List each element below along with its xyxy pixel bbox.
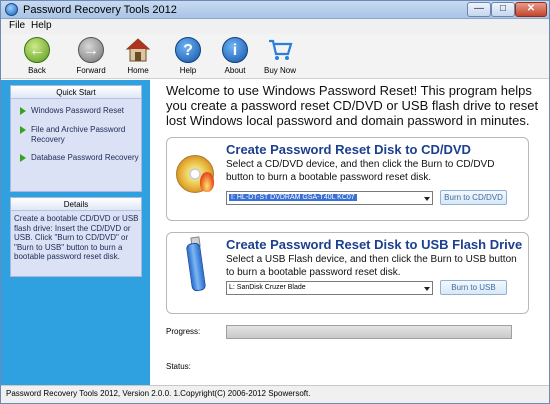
back-arrow-icon: ← [24,37,50,63]
quick-start-title: Quick Start [11,86,141,99]
progress-bar [226,325,512,339]
window-title: Password Recovery Tools 2012 [23,4,177,16]
status-bar: Password Recovery Tools 2012, Version 2.… [1,385,549,403]
back-button[interactable]: ← Back [15,36,59,78]
sidebar: Quick Start Windows Password Reset File … [1,80,150,385]
burn-flame-icon [200,172,214,192]
cd-device-value: I: HL-DT-ST DVDRAM GSA-T40L KC07 [229,194,357,201]
toolbar: ← Back → Forward Home ? Help i About Buy… [1,34,549,79]
cd-card-title: Create Password Reset Disk to CD/DVD [226,142,471,157]
usb-card-description: Select a USB Flash device, and then clic… [226,254,517,278]
main-panel: Welcome to use Windows Password Reset! T… [150,80,549,385]
cd-device-select[interactable]: I: HL-DT-ST DVDRAM GSA-T40L KC07 [226,191,433,205]
minimize-button[interactable]: — [467,2,491,17]
help-question-icon: ? [175,37,201,63]
home-label: Home [127,66,149,75]
usb-device-select[interactable]: L: SanDisk Cruzer Blade [226,281,433,295]
usb-device-value: L: SanDisk Cruzer Blade [229,284,306,291]
green-arrow-icon [20,107,26,115]
green-arrow-icon [20,154,26,162]
cd-card-description: Select a CD/DVD device, and then click t… [226,159,495,183]
menu-help[interactable]: Help [31,20,52,31]
home-icon [125,38,151,62]
burn-to-usb-button[interactable]: Burn to USB [440,280,507,295]
about-button[interactable]: i About [213,36,257,78]
buy-now-button[interactable]: Buy Now [258,36,302,78]
close-button[interactable]: ✕ [515,2,547,17]
sidebar-item-label: File and Archive Password Recovery [31,125,126,144]
home-button[interactable]: Home [116,36,160,78]
back-label: Back [28,66,46,75]
chevron-down-icon [424,197,430,201]
sidebar-item-label: Windows Password Reset [31,106,124,115]
shopping-cart-icon [269,39,293,60]
info-icon: i [222,37,248,63]
green-arrow-icon [20,126,26,134]
chevron-down-icon [424,287,430,291]
cd-dvd-card: Create Password Reset Disk to CD/DVD Sel… [166,137,529,221]
forward-button[interactable]: → Forward [69,36,113,78]
details-box: Details Create a bootable CD/DVD or USB … [10,197,142,277]
menu-file[interactable]: File [9,20,25,31]
sidebar-item-label: Database Password Recovery [31,153,139,162]
welcome-text: Welcome to use Windows Password Reset! T… [166,83,539,128]
status-label: Status: [166,362,191,371]
forward-arrow-icon: → [78,37,104,63]
usb-card-title: Create Password Reset Disk to USB Flash … [226,237,523,252]
buy-now-label: Buy Now [263,66,296,75]
menu-bar: File Help [1,19,549,34]
help-button[interactable]: ? Help [166,36,210,78]
details-text: Create a bootable CD/DVD or USB flash dr… [14,214,139,261]
maximize-button[interactable]: □ [491,2,515,17]
title-bar[interactable]: Password Recovery Tools 2012 — □ ✕ [1,1,549,19]
quick-start-box: Quick Start Windows Password Reset File … [10,85,142,192]
details-title: Details [11,198,141,211]
app-window: Password Recovery Tools 2012 — □ ✕ File … [0,0,550,404]
usb-drive-icon [185,242,207,292]
burn-to-cd-button[interactable]: Burn to CD/DVD [440,190,507,205]
usb-card: Create Password Reset Disk to USB Flash … [166,232,529,314]
progress-label: Progress: [166,327,201,336]
app-icon [5,3,18,16]
